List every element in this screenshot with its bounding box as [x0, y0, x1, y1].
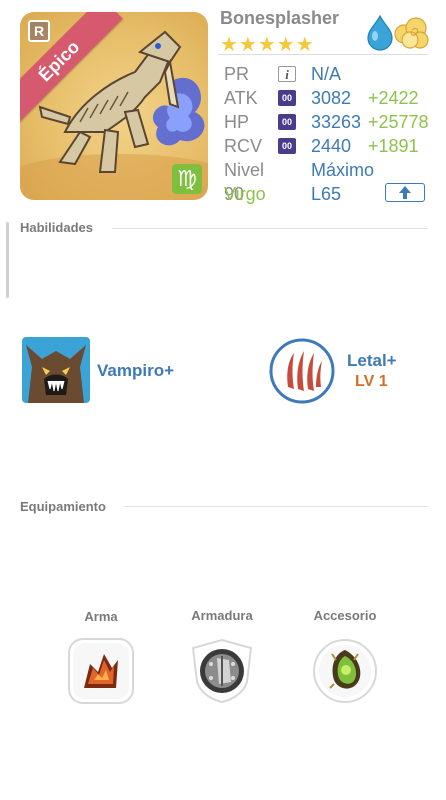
plus-points-icon: 00: [278, 90, 296, 106]
atk-label: ATK: [224, 88, 258, 108]
atk-value: 3082: [311, 88, 352, 108]
claw-skill-icon[interactable]: [268, 337, 336, 405]
atk-bonus: +2422: [368, 88, 419, 108]
rarity-badge: R: [28, 20, 50, 42]
hp-value: 33263: [311, 112, 362, 132]
element-icons: [366, 12, 430, 52]
scroll-indicator[interactable]: [6, 222, 9, 298]
skill-name-letal: Letal+: [347, 351, 397, 370]
armor-slot[interactable]: [189, 638, 255, 704]
rcv-bonus: +1891: [368, 136, 419, 156]
skill-name-vampiro: Vampiro+: [97, 361, 175, 380]
rcv-value: 2440: [311, 136, 352, 156]
water-drop-icon: [367, 14, 393, 51]
skills-divider: [112, 228, 428, 229]
cloud-icon: [394, 17, 429, 49]
pr-value: N/A: [311, 64, 342, 84]
level-value: Máximo: [311, 160, 375, 180]
skills-section-title: Habilidades: [20, 220, 93, 235]
arrow-up-icon: [399, 186, 411, 199]
upgrade-button[interactable]: [385, 183, 425, 202]
header-divider: [218, 54, 428, 55]
hero-name: Bonesplasher: [220, 8, 340, 28]
hero-portrait[interactable]: R Épico ♍: [20, 12, 208, 200]
armor-label: Armadura: [191, 608, 253, 623]
rcv-label: RCV: [224, 136, 263, 156]
pr-label: PR: [224, 64, 250, 84]
skill-level-letal: LV 1: [355, 373, 388, 390]
equipment-section-title: Equipamiento: [20, 499, 106, 514]
sign-value: L65: [311, 184, 342, 204]
info-icon[interactable]: i: [278, 66, 296, 82]
werewolf-skill-icon[interactable]: [22, 337, 90, 403]
plus-points-icon: 00: [278, 138, 296, 154]
weapon-slot[interactable]: [68, 638, 134, 704]
sign-label: Virgo: [224, 184, 266, 204]
hp-bonus: +25778: [368, 112, 429, 132]
equipment-divider: [124, 506, 428, 507]
virgo-zodiac-icon: ♍: [172, 164, 202, 194]
accessory-label: Accesorio: [313, 608, 377, 623]
accessory-icon: [313, 639, 377, 703]
plus-points-icon: 00: [278, 114, 296, 130]
armor-icon: [191, 638, 253, 704]
accessory-slot[interactable]: [312, 638, 378, 704]
weapon-icon: [68, 638, 134, 704]
weapon-label: Arma: [84, 609, 118, 624]
hp-label: HP: [224, 112, 250, 132]
